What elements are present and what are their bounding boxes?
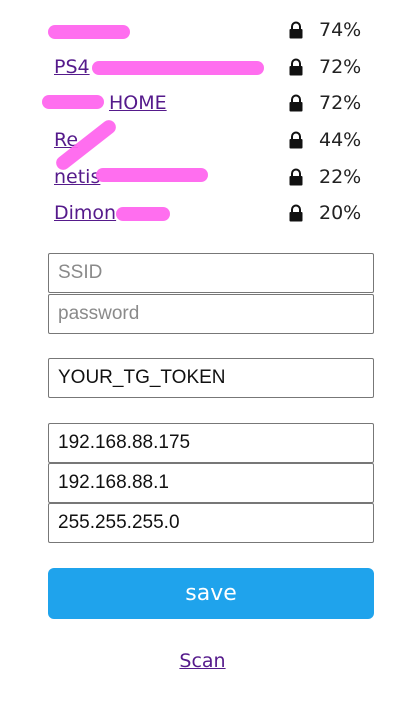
lock-icon xyxy=(289,95,303,112)
network-row: HOME 72% xyxy=(42,85,374,122)
network-row: Dimon 20% xyxy=(54,195,374,232)
password-input[interactable] xyxy=(48,294,374,334)
lock-icon xyxy=(289,21,303,39)
network-link[interactable]: PS4 xyxy=(54,56,90,78)
network-link[interactable]: Dimon xyxy=(54,202,116,224)
network-link[interactable]: netis xyxy=(54,166,100,188)
subnet-mask-input[interactable] xyxy=(48,503,374,543)
redaction-mark xyxy=(96,168,208,183)
network-row: 74% xyxy=(48,12,374,49)
save-button[interactable]: save xyxy=(48,568,374,619)
redaction-mark xyxy=(48,25,130,39)
redaction-mark xyxy=(42,95,104,110)
signal-strength: 22% xyxy=(319,165,362,188)
redaction-mark xyxy=(92,60,264,75)
redaction-mark xyxy=(116,206,170,221)
signal-strength: 44% xyxy=(319,129,362,152)
lock-icon xyxy=(289,204,303,222)
gateway-input[interactable] xyxy=(48,463,374,503)
network-row: PS4 72% xyxy=(54,49,374,86)
wifi-setup-page: 74% PS4 72% HOME 72% Re 44% netis 22% Di… xyxy=(0,0,405,711)
lock-icon xyxy=(289,168,303,186)
ssid-input[interactable] xyxy=(48,253,374,293)
network-row: netis 22% xyxy=(54,158,374,195)
lock-icon xyxy=(289,58,303,76)
signal-strength: 20% xyxy=(319,202,362,225)
network-list: 74% PS4 72% HOME 72% Re 44% netis 22% Di… xyxy=(42,12,374,232)
signal-strength: 72% xyxy=(319,55,362,78)
tg-token-input[interactable] xyxy=(48,358,374,398)
network-row: Re 44% xyxy=(53,117,374,173)
scan-link[interactable]: Scan xyxy=(179,650,225,672)
signal-strength: 74% xyxy=(319,19,362,42)
signal-strength: 72% xyxy=(319,92,362,115)
ip-address-input[interactable] xyxy=(48,423,374,463)
lock-icon xyxy=(289,131,303,149)
scan-link-container: Scan xyxy=(0,650,405,672)
